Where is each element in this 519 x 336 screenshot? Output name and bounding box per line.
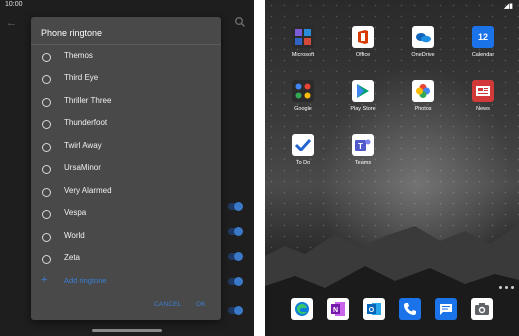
- microsoft-folder-icon: [292, 26, 314, 48]
- ringtone-label: Themos: [64, 51, 93, 60]
- office-icon: [352, 26, 374, 48]
- app-play-store[interactable]: Play Store: [338, 80, 388, 124]
- phone-icon[interactable]: [399, 298, 421, 320]
- radio-button[interactable]: [42, 120, 51, 129]
- ringtone-option[interactable]: Themos: [31, 48, 221, 70]
- settings-screen: 10:00 ← Phone ringtone Themos Third Eye …: [0, 0, 254, 336]
- add-ringtone-row[interactable]: + Add ringtone: [31, 273, 221, 289]
- svg-text:N: N: [333, 307, 338, 314]
- app-label: Teams: [354, 160, 372, 166]
- ringtone-option[interactable]: Vespa: [31, 205, 221, 227]
- ringtone-label: UrsaMinor: [64, 163, 101, 172]
- status-bar: 10:00: [0, 0, 254, 12]
- dialog-title: Phone ringtone: [41, 28, 103, 38]
- app-todo[interactable]: To Do: [278, 134, 328, 178]
- ringtone-label: Zeta: [64, 253, 81, 262]
- radio-button[interactable]: [42, 233, 51, 242]
- app-label: OneDrive: [411, 52, 435, 58]
- back-arrow-icon[interactable]: ←: [6, 17, 17, 29]
- ringtone-dialog: Phone ringtone Themos Third Eye Thriller…: [31, 17, 221, 320]
- setting-toggle[interactable]: [228, 252, 243, 261]
- divider: [31, 44, 221, 45]
- ringtone-option[interactable]: Thunderfoot: [31, 115, 221, 137]
- setting-toggle[interactable]: [228, 277, 243, 286]
- app-microsoft[interactable]: Microsoft: [278, 26, 328, 70]
- app-calendar[interactable]: 12 Calendar: [458, 26, 508, 70]
- todo-icon: [292, 134, 314, 156]
- ringtone-label: Third Eye: [64, 73, 99, 82]
- ringtone-label: Twirl Away: [64, 141, 102, 150]
- calendar-badge: 12: [477, 32, 488, 42]
- ringtone-label: Thriller Three: [64, 96, 112, 105]
- play-store-icon: [352, 80, 374, 102]
- radio-button[interactable]: [42, 255, 51, 264]
- status-bar: ◢▮: [265, 0, 519, 12]
- cancel-button[interactable]: CANCEL: [154, 301, 182, 308]
- setting-toggle[interactable]: [228, 202, 243, 211]
- ringtone-label: Thunderfoot: [64, 118, 108, 127]
- page-dot: [505, 286, 508, 289]
- search-icon[interactable]: [234, 16, 246, 28]
- radio-button[interactable]: [42, 98, 51, 107]
- dock: N O: [265, 298, 519, 328]
- app-google[interactable]: Google: [278, 80, 328, 124]
- radio-button[interactable]: [42, 53, 51, 62]
- setting-toggle[interactable]: [228, 306, 243, 315]
- svg-text:O: O: [369, 307, 375, 314]
- onenote-icon[interactable]: N: [327, 298, 349, 320]
- news-icon: [472, 80, 494, 102]
- outlook-icon[interactable]: O: [363, 298, 385, 320]
- radio-button[interactable]: [42, 165, 51, 174]
- edge-icon[interactable]: [291, 298, 313, 320]
- app-onedrive[interactable]: OneDrive: [398, 26, 448, 70]
- teams-icon: T: [352, 134, 374, 156]
- onedrive-icon: [412, 26, 434, 48]
- app-label: Photos: [414, 106, 432, 112]
- add-ringtone-label: Add ringtone: [64, 276, 107, 285]
- ok-button[interactable]: OK: [196, 301, 206, 308]
- svg-text:T: T: [358, 142, 363, 151]
- ringtone-label: Very Alarmed: [64, 186, 112, 195]
- app-label: Calendar: [471, 52, 495, 58]
- home-screen: ◢▮ Microsoft Office OneDrive 12 Calendar: [265, 0, 519, 336]
- camera-icon[interactable]: [471, 298, 493, 320]
- radio-button[interactable]: [42, 210, 51, 219]
- app-teams[interactable]: T Teams: [338, 134, 388, 178]
- app-label: Microsoft: [291, 52, 315, 58]
- ringtone-option[interactable]: Very Alarmed: [31, 183, 221, 205]
- page-dot: [499, 286, 502, 289]
- messages-icon[interactable]: [435, 298, 457, 320]
- ringtone-option[interactable]: World: [31, 228, 221, 250]
- ringtone-label: Vespa: [64, 208, 87, 217]
- radio-button[interactable]: [42, 75, 51, 84]
- google-folder-icon: [292, 80, 314, 102]
- ringtone-option[interactable]: Twirl Away: [31, 138, 221, 160]
- ringtone-option[interactable]: Thriller Three: [31, 93, 221, 115]
- setting-toggle[interactable]: [228, 227, 243, 236]
- app-label: To Do: [295, 160, 311, 166]
- radio-button[interactable]: [42, 188, 51, 197]
- page-indicator: [499, 286, 519, 290]
- photos-icon: [412, 80, 434, 102]
- app-label: News: [476, 106, 490, 112]
- app-news[interactable]: News: [458, 80, 508, 124]
- app-label: Google: [294, 106, 312, 112]
- signal-battery-icon: ◢▮: [503, 3, 513, 10]
- app-label: Play Store: [350, 106, 376, 112]
- ringtone-option[interactable]: Zeta: [31, 250, 221, 272]
- calendar-icon: 12: [472, 26, 494, 48]
- plus-icon: +: [41, 274, 48, 286]
- app-office[interactable]: Office: [338, 26, 388, 70]
- gesture-bar[interactable]: [92, 329, 162, 332]
- radio-button[interactable]: [42, 143, 51, 152]
- page-dot: [511, 286, 514, 289]
- ringtone-option[interactable]: Third Eye: [31, 70, 221, 92]
- ringtone-label: World: [64, 231, 85, 240]
- app-label: Office: [355, 52, 371, 58]
- ringtone-option[interactable]: UrsaMinor: [31, 160, 221, 182]
- status-time: 10:00: [5, 1, 23, 8]
- app-photos[interactable]: Photos: [398, 80, 448, 124]
